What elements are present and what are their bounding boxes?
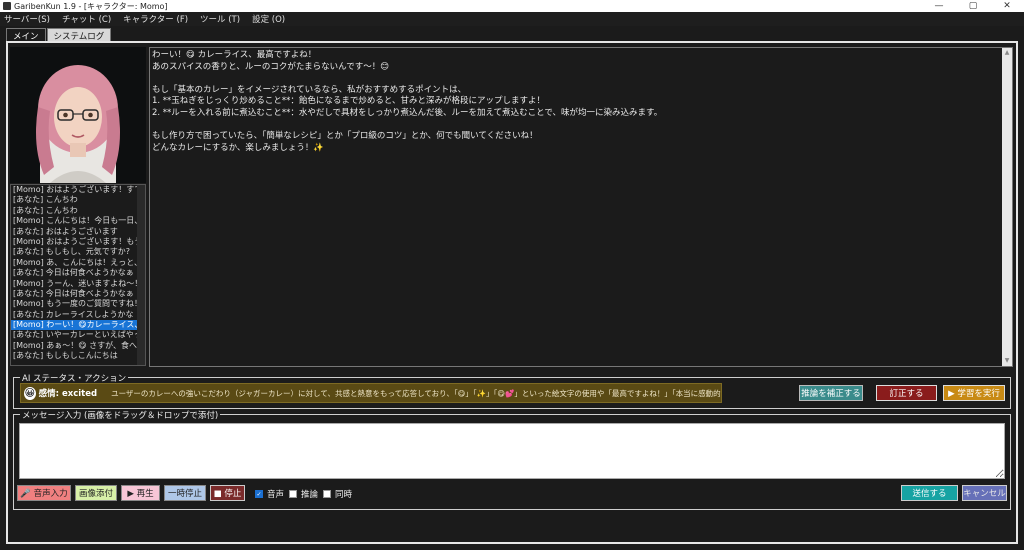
maximize-button[interactable]: ▢ (956, 1, 990, 11)
tab-bar: メイン システムログ (6, 28, 112, 42)
inference-checkbox[interactable]: 推論 (289, 488, 318, 500)
chat-message-line: もし「基本のカレー」をイメージされているなら、私がおすすめするポイントは、 (152, 84, 467, 95)
chat-message-line: 2. **ルーを入れる前に煮込むこと**：水やだしで具材をしっかり煮込んだ後、ル… (152, 107, 663, 118)
history-item[interactable]: [あなた] カレーライスしようかな (11, 310, 145, 320)
chat-display[interactable]: わーい！😋 カレーライス、最高ですよね！ あのスパイスの香りと、ルーのコクがたまら… (149, 47, 1013, 367)
play-button[interactable]: ▶ 再生 (121, 485, 160, 501)
history-item[interactable]: [Momo] おはようございます！すてき (11, 185, 145, 195)
history-item[interactable]: [Momo] あ、こんにちは！えっと、ピ (11, 258, 145, 268)
history-item[interactable]: [あなた] いやーカレーといえばやっぱ (11, 330, 145, 340)
history-item[interactable]: [あなた] もしもしこんにちは (11, 351, 145, 361)
inference-checkbox-label: 推論 (301, 490, 319, 500)
chat-scrollbar[interactable]: ▲ ▼ (1002, 48, 1012, 366)
avatar-portrait-image (10, 47, 146, 183)
chat-message-line (152, 73, 1010, 85)
tab-system-log[interactable]: システムログ (46, 28, 112, 42)
close-button[interactable]: ✕ (990, 1, 1024, 11)
voice-checkbox-label: 音声 (267, 490, 285, 500)
menu-tools[interactable]: ツール (T) (200, 13, 240, 25)
correct-button[interactable]: 訂正する (876, 385, 937, 401)
emotion-label: 感情: excited (38, 389, 98, 399)
history-item[interactable]: [Momo] こんにちは！今日も一日、元 (11, 216, 145, 226)
emotion-status-bar: 😀 感情: excited ユーザーのカレーへの強いこだわり（ジャガーカレー）に… (20, 383, 722, 403)
history-scrollbar[interactable] (137, 185, 145, 365)
message-input[interactable] (19, 423, 1005, 479)
history-item[interactable]: [Momo] あぁ〜！😋 さすが、食へのこ (11, 341, 145, 351)
history-item[interactable]: [Momo] おはようございます！もう一 (11, 237, 145, 247)
chat-message-line (152, 120, 1010, 132)
simultaneous-checkbox-label: 同時 (335, 490, 353, 500)
history-item[interactable]: [あなた] もしもし、元気ですか? (11, 247, 145, 257)
history-item[interactable]: [あなた] こんちわ (11, 206, 145, 216)
history-item[interactable]: [あなた] 今日は何食べようかなぁ (11, 289, 145, 299)
history-item[interactable]: [Momo] うーん、迷いますよね〜！😋 (11, 279, 145, 289)
pause-button[interactable]: 一時停止 (164, 485, 206, 501)
history-item[interactable]: [Momo] わーい！😋カレーライス、最 (11, 320, 145, 331)
history-item[interactable]: [あなた] 今日は何食べようかなぁ (11, 268, 145, 278)
history-item[interactable]: [あなた] おはようございます (11, 227, 145, 237)
history-item[interactable]: [Momo] もう一度のご質問ですね！と (11, 299, 145, 309)
message-input-legend: メッセージ入力 (画像をドラッグ＆ドロップで添付) (20, 409, 221, 421)
chat-history-list[interactable]: [Momo] おはようございます！すてき [あなた] こんちわ [あなた] こんちわ… (10, 184, 146, 366)
cancel-button[interactable]: キャンセル (962, 485, 1007, 501)
emotion-face-icon: 😀 (24, 386, 36, 400)
menu-bar: サーバー(S) チャット (C) キャラクター (F) ツール (T) 設定 (… (0, 12, 1024, 26)
learn-button[interactable]: ▶ 学習を実行 (943, 385, 1005, 401)
menu-chat[interactable]: チャット (C) (62, 13, 111, 25)
window-title: GaribenKun 1.9 - [キャラクター: Momo] (14, 1, 168, 11)
menu-settings[interactable]: 設定 (O) (252, 13, 285, 25)
chat-message-line: わーい！😋 カレーライス、最高ですよね！ (152, 50, 317, 60)
voice-input-button[interactable]: 🎤 音声入力 (17, 485, 71, 501)
chat-message-line: どんなカレーにするか、楽しみましょう！✨ (152, 142, 325, 153)
stop-button[interactable]: ■ 停止 (210, 485, 245, 501)
character-avatar (10, 47, 146, 183)
voice-checkbox-box[interactable]: ✓ (255, 490, 263, 498)
simultaneous-checkbox[interactable]: 同時 (323, 488, 352, 500)
attach-image-button[interactable]: 画像添付 (75, 485, 117, 501)
fix-inference-button[interactable]: 推論を補正する (799, 385, 863, 401)
menu-server[interactable]: サーバー(S) (4, 13, 50, 25)
scroll-up-icon[interactable]: ▲ (1002, 48, 1012, 58)
emotion-description: ユーザーのカレーへの強いこだわり（ジャガーカレー）に対して、共感と熱意をもって応… (111, 388, 721, 398)
chat-message-line: 1. **玉ねぎをじっくり炒めること**：飴色になるまで炒めると、甘みと深みが格… (152, 96, 545, 107)
send-button[interactable]: 送信する (901, 485, 958, 501)
history-item[interactable]: [あなた] こんちわ (11, 195, 145, 205)
voice-checkbox[interactable]: ✓ 音声 (255, 488, 284, 500)
chat-message-line: あのスパイスの香りと、ルーのコクがたまらないんです〜！😊 (152, 61, 390, 72)
app-icon (3, 2, 11, 10)
minimize-button[interactable]: — (922, 1, 956, 11)
tab-main[interactable]: メイン (6, 28, 46, 42)
inference-checkbox-box[interactable] (289, 490, 297, 498)
scroll-down-icon[interactable]: ▼ (1002, 356, 1012, 366)
menu-character[interactable]: キャラクター (F) (123, 13, 188, 25)
title-bar: GaribenKun 1.9 - [キャラクター: Momo] — ▢ ✕ (0, 0, 1024, 12)
simultaneous-checkbox-box[interactable] (323, 490, 331, 498)
chat-message-line: もし作り方で困っていたら、「簡単なレシピ」とか「プロ級のコツ」とか、何でも聞いて… (152, 131, 538, 142)
